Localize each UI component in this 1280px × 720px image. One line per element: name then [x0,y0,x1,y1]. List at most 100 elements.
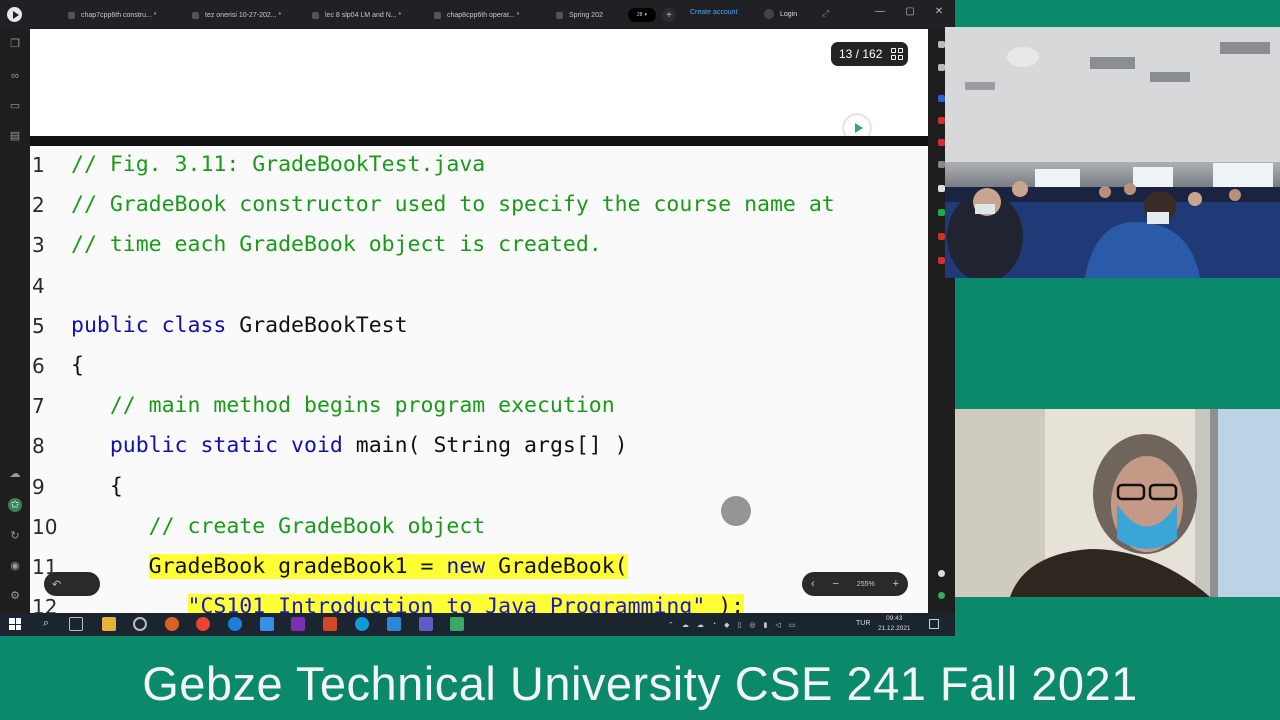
undo-button[interactable]: ↶ [44,572,100,596]
hand-icon[interactable] [938,41,945,48]
login-button[interactable]: Login [760,6,803,22]
eraser-icon[interactable] [938,185,945,192]
laser-icon[interactable] [938,257,945,264]
marker-red-icon[interactable] [938,233,945,240]
pointer-icon[interactable] [938,64,945,71]
input-language[interactable]: TUR [856,620,870,627]
code-token: GradeBook gradeBook1 = [148,554,447,579]
tab-spring[interactable]: Spring 202 [550,6,603,24]
code-token: "CS101 Introduction to Java Programming" [187,594,706,613]
code-token: // time each GradeBook object is created… [71,232,602,258]
code-text: public class GradeBookTest [71,309,408,343]
classroom-scene [945,27,1280,278]
line-number: 6 [32,354,45,378]
windows-start-icon[interactable] [9,618,21,630]
line-number: 10 [32,514,58,539]
shield-icon[interactable]: ◆ [724,621,729,629]
binoculars-icon[interactable]: ∞ [8,69,22,83]
firefox-icon[interactable] [165,617,179,631]
cloud-icon[interactable]: ☁ [8,467,22,481]
more-icon[interactable] [938,570,945,577]
maximize-button[interactable]: ▢ [903,6,917,17]
onenote-icon[interactable] [291,617,305,631]
close-button[interactable]: ✕ [932,6,946,17]
expand-icon[interactable]: ⤢ [822,8,829,19]
code-text: "CS101 Introduction to Java Programming"… [71,590,745,613]
volume-icon[interactable]: ◁ [775,621,780,629]
play-small-icon[interactable] [938,592,945,599]
file-explorer-icon[interactable] [102,617,116,631]
onedrive-icon[interactable]: ☁ [682,621,689,629]
line-number: 8 [32,434,45,459]
line-number: 3 [32,233,45,258]
highlighter-icon[interactable] [938,139,945,146]
zoom-badge[interactable]: 28 ▾ [628,8,656,22]
code-text: { [71,470,123,504]
document-icon [556,11,563,19]
code-token: public static void [71,433,356,459]
pen-green-icon[interactable] [938,209,945,216]
new-tab-button[interactable]: + [662,8,676,22]
screen-share: chap7cpp6th constru... * tez onerisi 10-… [0,0,955,636]
save-icon[interactable]: ▤ [8,129,22,143]
network-icon[interactable]: ▭ [789,621,796,629]
star-icon[interactable]: ✩ [8,498,22,512]
tab-chap8[interactable]: chap8cpp6th operat... * [428,6,519,24]
document-icon [68,11,75,19]
cloud-icon[interactable]: ☁ [697,621,704,629]
clock-time: 09:43 [886,615,903,622]
pen-blue-icon[interactable] [938,95,945,102]
tab-chap7[interactable]: chap7cpp6th constru... * [62,6,157,24]
grid-view-icon[interactable] [891,48,903,60]
mail-icon[interactable] [260,617,274,631]
internet-explorer-icon[interactable] [228,617,242,631]
notification-icon[interactable] [929,619,939,629]
create-account-link[interactable]: Create account [690,9,737,16]
powerpoint-icon[interactable] [323,617,337,631]
tab-lec8[interactable]: lec 8 slp04 LM and N... * [306,6,401,24]
tab-tez-onerisi[interactable]: tez onerisi 10-27-202... * [186,6,281,24]
refresh-icon[interactable]: ↻ [8,529,22,543]
usb-icon[interactable]: ▯ [738,621,742,629]
minimize-button[interactable]: — [873,6,887,17]
chevron-up-icon[interactable]: ⌃ [668,621,674,629]
app-circle-icon[interactable] [133,617,147,631]
wifi-icon[interactable]: ◔ [712,621,716,628]
search-icon[interactable]: ⌕ [39,617,53,631]
code-token: public class [71,312,240,338]
line-number: 7 [32,394,45,419]
calendar-icon[interactable] [387,617,401,631]
left-tool-rail: ❐ ∞ ▭ ▤ ☁ ✩ ↻ ◉ ⚙ [0,29,30,613]
pages-icon[interactable]: ❐ [8,37,22,51]
page-counter[interactable]: 13 / 162 [831,42,908,66]
tab-label: lec 8 slp04 LM and N... * [325,11,402,19]
chrome-icon[interactable] [196,617,210,631]
classroom-camera-feed [945,27,1280,278]
code-token: // create GradeBook object [71,513,486,539]
task-view-icon[interactable] [69,617,83,631]
previous-page-button[interactable]: ‹ [811,578,815,590]
code-text: GradeBook gradeBook1 = new GradeBook( [71,550,628,584]
app-logo-icon[interactable] [7,7,22,22]
zoom-in-button[interactable]: + [893,578,899,590]
zoom-out-button[interactable]: − [832,578,838,590]
comment-icon[interactable]: ▭ [8,99,22,113]
gear-icon[interactable]: ⚙ [8,589,22,603]
zoom-level: 255% [856,580,875,588]
edge-icon[interactable] [355,617,369,631]
chrome-tray-icon[interactable]: ◎ [749,621,755,629]
mic-icon[interactable]: ▮ [763,621,767,629]
presenter-app-icon[interactable] [450,617,464,631]
code-slide: 1 // Fig. 3.11: GradeBookTest.java 2 // Gra… [30,146,928,613]
line-number: 4 [32,273,45,298]
code-token: { [71,353,84,378]
shape-icon[interactable] [938,161,945,168]
code-token: { [71,473,123,499]
page-counter-text: 13 / 162 [839,47,883,61]
clock[interactable]: 09:43 21.12.2021 [878,614,911,634]
shop-icon[interactable]: ◉ [8,559,22,573]
chevron-down-icon: ▾ [644,12,648,18]
code-token: ); [705,594,745,613]
teams-icon[interactable] [419,617,433,631]
pen-red-icon[interactable] [938,117,945,124]
